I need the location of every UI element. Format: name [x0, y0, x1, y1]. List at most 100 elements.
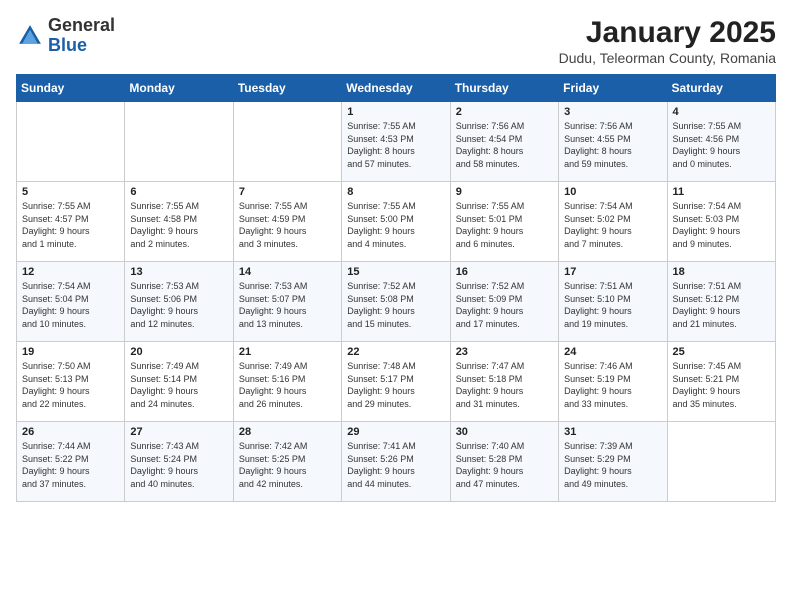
day-info: Sunrise: 7:48 AM Sunset: 5:17 PM Dayligh…: [347, 360, 444, 410]
day-number: 28: [239, 426, 336, 438]
day-info: Sunrise: 7:41 AM Sunset: 5:26 PM Dayligh…: [347, 440, 444, 490]
calendar-header: Sunday Monday Tuesday Wednesday Thursday…: [17, 75, 776, 102]
day-info: Sunrise: 7:51 AM Sunset: 5:12 PM Dayligh…: [673, 280, 770, 330]
day-info: Sunrise: 7:53 AM Sunset: 5:07 PM Dayligh…: [239, 280, 336, 330]
day-number: 17: [564, 266, 661, 278]
cell-1-3: 8 Sunrise: 7:55 AM Sunset: 5:00 PM Daylig…: [342, 182, 450, 262]
day-number: 2: [456, 106, 553, 118]
calendar-body: 1Sunrise: 7:55 AM Sunset: 4:53 PM Daylig…: [17, 102, 776, 502]
day-number: 14: [239, 266, 336, 278]
day-number: 8: [347, 186, 444, 198]
day-info: Sunrise: 7:42 AM Sunset: 5:25 PM Dayligh…: [239, 440, 336, 490]
day-info: Sunrise: 7:49 AM Sunset: 5:14 PM Dayligh…: [130, 360, 227, 410]
day-info: Sunrise: 7:56 AM Sunset: 4:55 PM Dayligh…: [564, 120, 661, 170]
day-info: Sunrise: 7:56 AM Sunset: 4:54 PM Dayligh…: [456, 120, 553, 170]
week-row-3: 19Sunrise: 7:50 AM Sunset: 5:13 PM Dayli…: [17, 342, 776, 422]
cell-3-4: 23 Sunrise: 7:47 AM Sunset: 5:18 PM Dayli…: [450, 342, 558, 422]
header-row: Sunday Monday Tuesday Wednesday Thursday…: [17, 75, 776, 102]
cell-1-2: 7 Sunrise: 7:55 AM Sunset: 4:59 PM Daylig…: [233, 182, 341, 262]
cell-0-3: 1Sunrise: 7:55 AM Sunset: 4:53 PM Daylig…: [342, 102, 450, 182]
cell-1-6: 11 Sunrise: 7:54 AM Sunset: 5:03 PM Dayli…: [667, 182, 775, 262]
day-info: Sunrise: 7:55 AM Sunset: 4:59 PM Dayligh…: [239, 200, 336, 250]
day-info: Sunrise: 7:49 AM Sunset: 5:16 PM Dayligh…: [239, 360, 336, 410]
cell-2-0: 12 Sunrise: 7:54 AM Sunset: 5:04 PM Dayli…: [17, 262, 125, 342]
day-info: Sunrise: 7:45 AM Sunset: 5:21 PM Dayligh…: [673, 360, 770, 410]
cell-1-1: 6Sunrise: 7:55 AM Sunset: 4:58 PM Daylig…: [125, 182, 233, 262]
cell-3-5: 24 Sunrise: 7:46 AM Sunset: 5:19 PM Dayli…: [559, 342, 667, 422]
cell-4-6: [667, 422, 775, 502]
day-info: Sunrise: 7:52 AM Sunset: 5:09 PM Dayligh…: [456, 280, 553, 330]
day-number: 1: [347, 106, 444, 118]
header-saturday: Saturday: [667, 75, 775, 102]
cell-0-2: [233, 102, 341, 182]
day-number: 19: [22, 346, 119, 358]
header-monday: Monday: [125, 75, 233, 102]
day-info: Sunrise: 7:55 AM Sunset: 5:00 PM Dayligh…: [347, 200, 444, 250]
day-number: 29: [347, 426, 444, 438]
cell-2-6: 18 Sunrise: 7:51 AM Sunset: 5:12 PM Dayli…: [667, 262, 775, 342]
day-info: Sunrise: 7:54 AM Sunset: 5:02 PM Dayligh…: [564, 200, 661, 250]
day-number: 23: [456, 346, 553, 358]
cell-3-3: 22 Sunrise: 7:48 AM Sunset: 5:17 PM Dayli…: [342, 342, 450, 422]
day-number: 21: [239, 346, 336, 358]
cell-3-1: 20 Sunrise: 7:49 AM Sunset: 5:14 PM Dayli…: [125, 342, 233, 422]
day-info: Sunrise: 7:52 AM Sunset: 5:08 PM Dayligh…: [347, 280, 444, 330]
day-info: Sunrise: 7:51 AM Sunset: 5:10 PM Dayligh…: [564, 280, 661, 330]
day-info: Sunrise: 7:55 AM Sunset: 5:01 PM Dayligh…: [456, 200, 553, 250]
logo: General Blue: [16, 16, 115, 56]
day-number: 24: [564, 346, 661, 358]
title-block: January 2025 Dudu, Teleorman County, Rom…: [559, 16, 776, 66]
day-number: 16: [456, 266, 553, 278]
header-wednesday: Wednesday: [342, 75, 450, 102]
header-sunday: Sunday: [17, 75, 125, 102]
day-info: Sunrise: 7:55 AM Sunset: 4:56 PM Dayligh…: [673, 120, 770, 170]
week-row-1: 5Sunrise: 7:55 AM Sunset: 4:57 PM Daylig…: [17, 182, 776, 262]
day-number: 26: [22, 426, 119, 438]
cell-1-4: 9Sunrise: 7:55 AM Sunset: 5:01 PM Daylig…: [450, 182, 558, 262]
week-row-4: 26 Sunrise: 7:44 AM Sunset: 5:22 PM Dayli…: [17, 422, 776, 502]
logo-icon: [16, 22, 44, 50]
day-info: Sunrise: 7:47 AM Sunset: 5:18 PM Dayligh…: [456, 360, 553, 410]
cell-0-0: [17, 102, 125, 182]
cell-2-1: 13Sunrise: 7:53 AM Sunset: 5:06 PM Dayli…: [125, 262, 233, 342]
cell-3-6: 25Sunrise: 7:45 AM Sunset: 5:21 PM Dayli…: [667, 342, 775, 422]
day-number: 13: [130, 266, 227, 278]
month-title: January 2025: [559, 16, 776, 50]
cell-4-5: 31Sunrise: 7:39 AM Sunset: 5:29 PM Dayli…: [559, 422, 667, 502]
cell-2-4: 16 Sunrise: 7:52 AM Sunset: 5:09 PM Dayli…: [450, 262, 558, 342]
logo-blue: Blue: [48, 35, 87, 55]
header-friday: Friday: [559, 75, 667, 102]
location-subtitle: Dudu, Teleorman County, Romania: [559, 50, 776, 66]
day-number: 3: [564, 106, 661, 118]
day-number: 27: [130, 426, 227, 438]
cell-0-5: 3 Sunrise: 7:56 AM Sunset: 4:55 PM Daylig…: [559, 102, 667, 182]
day-number: 30: [456, 426, 553, 438]
day-info: Sunrise: 7:54 AM Sunset: 5:04 PM Dayligh…: [22, 280, 119, 330]
day-number: 20: [130, 346, 227, 358]
day-number: 12: [22, 266, 119, 278]
day-number: 18: [673, 266, 770, 278]
day-info: Sunrise: 7:55 AM Sunset: 4:57 PM Dayligh…: [22, 200, 119, 250]
cell-2-2: 14 Sunrise: 7:53 AM Sunset: 5:07 PM Dayli…: [233, 262, 341, 342]
day-number: 22: [347, 346, 444, 358]
cell-1-5: 10Sunrise: 7:54 AM Sunset: 5:02 PM Dayli…: [559, 182, 667, 262]
cell-3-2: 21 Sunrise: 7:49 AM Sunset: 5:16 PM Dayli…: [233, 342, 341, 422]
day-info: Sunrise: 7:40 AM Sunset: 5:28 PM Dayligh…: [456, 440, 553, 490]
day-number: 15: [347, 266, 444, 278]
day-info: Sunrise: 7:46 AM Sunset: 5:19 PM Dayligh…: [564, 360, 661, 410]
cell-4-0: 26 Sunrise: 7:44 AM Sunset: 5:22 PM Dayli…: [17, 422, 125, 502]
cell-0-4: 2 Sunrise: 7:56 AM Sunset: 4:54 PM Daylig…: [450, 102, 558, 182]
day-number: 11: [673, 186, 770, 198]
cell-2-3: 15 Sunrise: 7:52 AM Sunset: 5:08 PM Dayli…: [342, 262, 450, 342]
day-number: 4: [673, 106, 770, 118]
day-number: 7: [239, 186, 336, 198]
week-row-2: 12 Sunrise: 7:54 AM Sunset: 5:04 PM Dayli…: [17, 262, 776, 342]
calendar-table: Sunday Monday Tuesday Wednesday Thursday…: [16, 74, 776, 502]
day-info: Sunrise: 7:54 AM Sunset: 5:03 PM Dayligh…: [673, 200, 770, 250]
day-info: Sunrise: 7:44 AM Sunset: 5:22 PM Dayligh…: [22, 440, 119, 490]
day-info: Sunrise: 7:39 AM Sunset: 5:29 PM Dayligh…: [564, 440, 661, 490]
logo-text: General Blue: [48, 16, 115, 56]
header-thursday: Thursday: [450, 75, 558, 102]
cell-3-0: 19Sunrise: 7:50 AM Sunset: 5:13 PM Dayli…: [17, 342, 125, 422]
cell-4-2: 28 Sunrise: 7:42 AM Sunset: 5:25 PM Dayli…: [233, 422, 341, 502]
